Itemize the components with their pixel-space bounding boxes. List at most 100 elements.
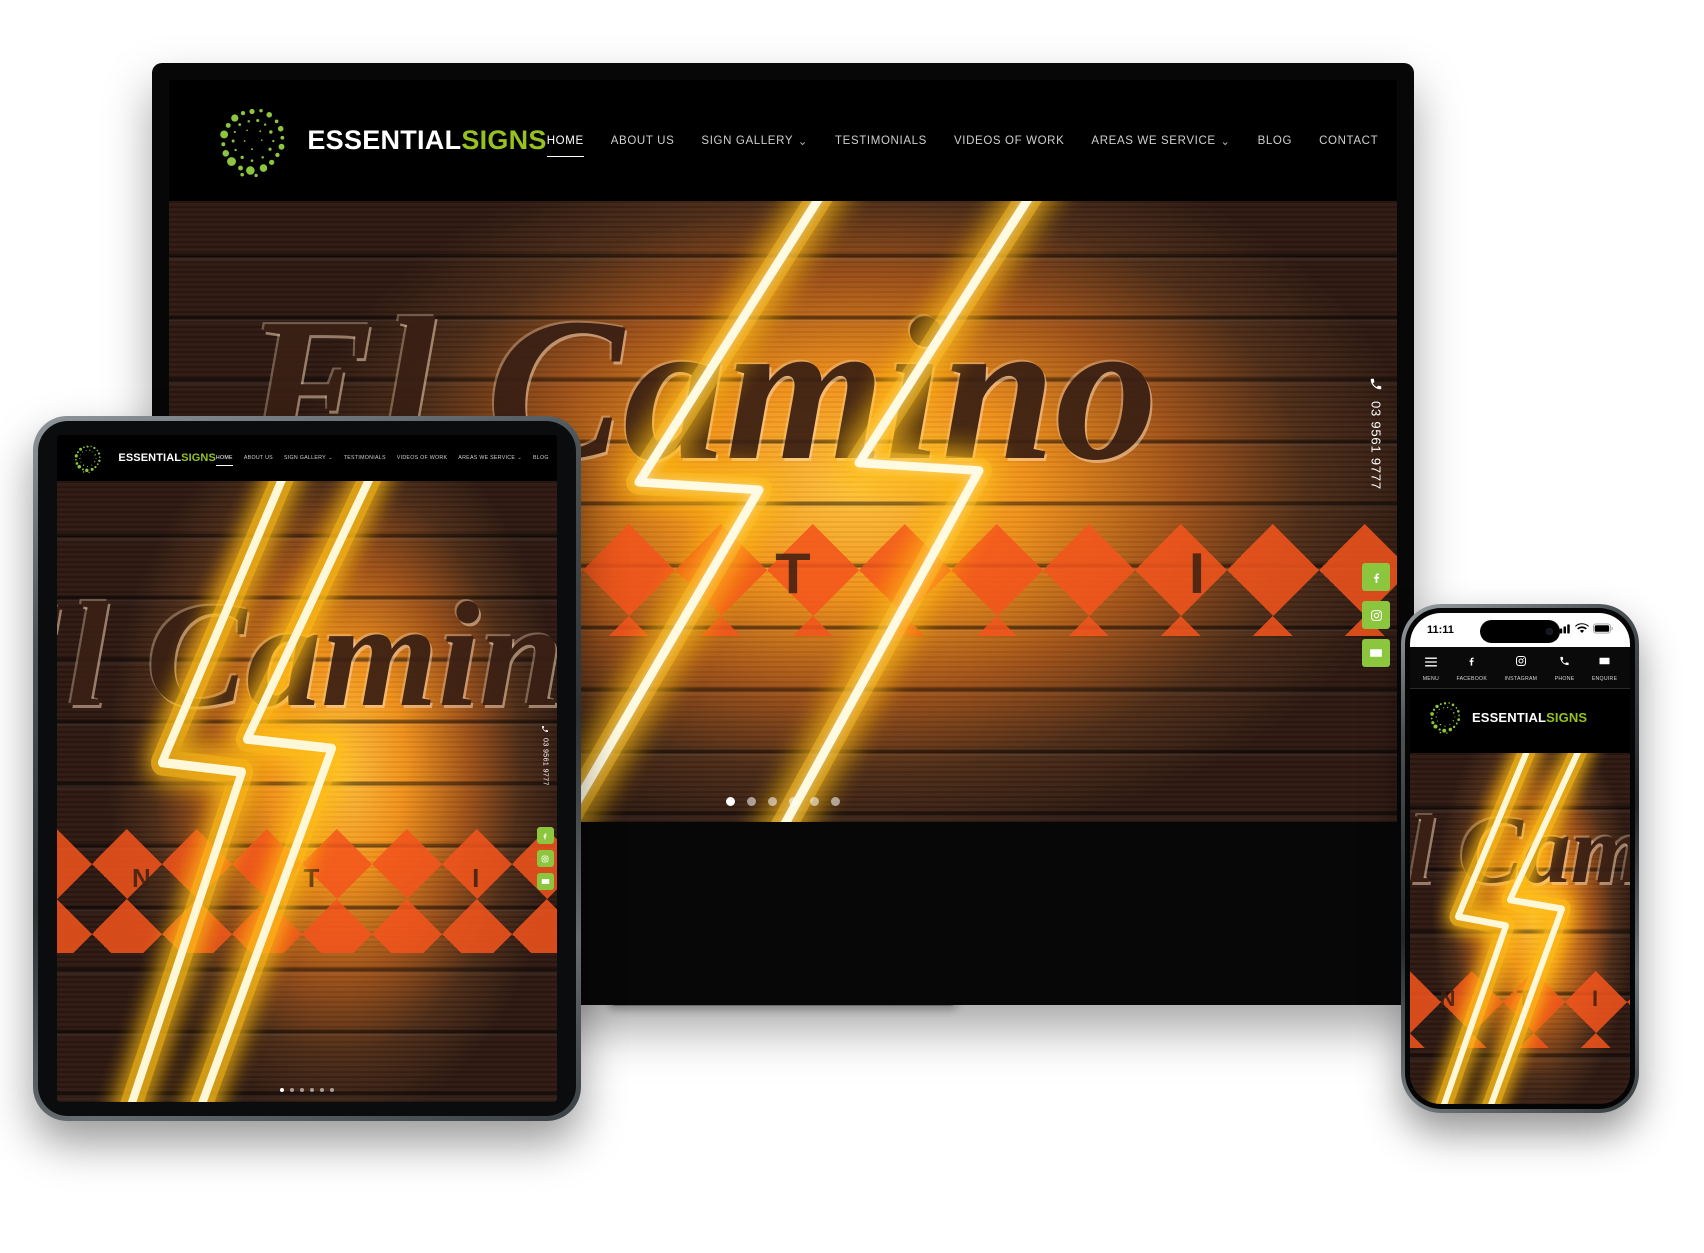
tablet-header: ESSENTIALSIGNS HOME ABOUT US SIGN GALLER… xyxy=(57,435,557,481)
rail-phone-number: 03 9561 9777 xyxy=(541,738,549,786)
front-camera-icon xyxy=(1546,628,1553,635)
dot-swirl-logo-icon xyxy=(211,100,293,182)
rail-instagram-button[interactable] xyxy=(536,850,554,867)
brand-wordmark: ESSENTIALSIGNS xyxy=(1472,709,1588,725)
rail-phone-link[interactable]: 03 9561 9777 xyxy=(541,725,549,815)
instagram-icon xyxy=(1515,654,1527,672)
tablet-hero-slider: N T I El Camino xyxy=(57,481,557,1102)
facebook-icon xyxy=(1370,571,1383,584)
dot-swirl-logo-icon xyxy=(71,442,104,475)
status-time: 11:11 xyxy=(1427,624,1454,636)
status-icons xyxy=(1556,623,1613,637)
nav-item-testimonials[interactable]: TESTIMONIALS xyxy=(835,135,927,147)
hero-slider-dots[interactable] xyxy=(280,1088,334,1092)
hero-script-text: El Camino xyxy=(1410,796,1630,904)
envelope-icon xyxy=(1369,646,1383,660)
chevron-down-icon: ⌄ xyxy=(328,455,333,461)
facebook-icon xyxy=(1466,654,1477,672)
brand-name-primary: ESSENTIAL xyxy=(307,125,462,155)
nav-item-testimonials[interactable]: TESTIMONIALS xyxy=(344,455,386,461)
instagram-icon xyxy=(1370,609,1383,622)
slider-dot[interactable] xyxy=(810,797,819,806)
phone-status-bar: 11:11 xyxy=(1410,613,1630,647)
nav-item-areas-we-service[interactable]: AREAS WE SERVICE ⌄ xyxy=(458,455,522,461)
nav-item-blog[interactable]: BLOG xyxy=(1258,135,1293,147)
brand-logo[interactable]: ESSENTIALSIGNS xyxy=(71,442,216,475)
hero-orange-diamonds xyxy=(57,828,557,953)
phone-logo-bar[interactable]: ESSENTIALSIGNS xyxy=(1410,689,1630,745)
rail-phone-number: 03 9561 9777 xyxy=(1368,401,1384,490)
nav-item-contact[interactable]: CONTACT xyxy=(1319,135,1378,147)
rail-phone-link[interactable]: 03 9561 9777 xyxy=(1369,377,1384,541)
nav-item-about-us[interactable]: ABOUT US xyxy=(611,135,675,147)
phone-quick-nav-bar[interactable]: MENU FACEBOOK INSTAGRAM PHONE ENQUIRE xyxy=(1410,647,1630,689)
phone-handset-icon xyxy=(541,725,549,733)
slider-dot[interactable] xyxy=(831,797,840,806)
phone-quicknav-label: ENQUIRE xyxy=(1591,676,1618,682)
phone-quicknav-label: MENU xyxy=(1422,676,1440,682)
brand-wordmark: ESSENTIALSIGNS xyxy=(118,451,216,464)
rail-instagram-button[interactable] xyxy=(1362,601,1390,629)
nav-item-areas-we-service[interactable]: AREAS WE SERVICE ⌄ xyxy=(1091,134,1230,148)
hamburger-icon xyxy=(1424,654,1437,672)
rail-facebook-button[interactable] xyxy=(1362,563,1390,591)
desktop-side-rail: 03 9561 9777 xyxy=(1355,377,1397,677)
nav-item-home[interactable]: HOME xyxy=(215,455,233,466)
instagram-icon xyxy=(541,855,549,863)
nav-item-blog[interactable]: BLOG xyxy=(533,455,549,461)
tablet-side-rail: 03 9561 9777 xyxy=(533,725,557,896)
envelope-icon xyxy=(541,877,550,886)
nav-item-videos-of-work[interactable]: VIDEOS OF WORK xyxy=(954,135,1064,147)
rail-email-button[interactable] xyxy=(1362,639,1390,667)
nav-item-videos-of-work[interactable]: VIDEOS OF WORK xyxy=(397,455,448,461)
chevron-down-icon: ⌄ xyxy=(1220,135,1231,148)
slider-dot[interactable] xyxy=(320,1088,324,1092)
phone-hero-image: N T I El Camino xyxy=(1410,753,1630,1104)
dot-swirl-logo-icon xyxy=(1426,698,1464,736)
tablet-screen: ESSENTIALSIGNS HOME ABOUT US SIGN GALLER… xyxy=(57,435,557,1102)
slider-dot[interactable] xyxy=(280,1088,284,1092)
phone-mockup: 11:11 MENU FACEBOOK INSTAGRAM PHONE ENQU… xyxy=(1401,604,1639,1113)
envelope-icon xyxy=(1598,654,1611,672)
nav-item-about-us[interactable]: ABOUT US xyxy=(244,455,273,461)
slider-dot[interactable] xyxy=(310,1088,314,1092)
facebook-icon xyxy=(541,832,549,840)
slider-dot[interactable] xyxy=(768,797,777,806)
slider-dot[interactable] xyxy=(300,1088,304,1092)
wifi-icon xyxy=(1575,623,1589,637)
slider-dot[interactable] xyxy=(726,797,735,806)
slider-dot[interactable] xyxy=(330,1088,334,1092)
phone-quicknav-enquire[interactable]: ENQUIRE xyxy=(1592,654,1617,682)
phone-quicknav-phone[interactable]: PHONE xyxy=(1555,654,1575,682)
brand-logo[interactable]: ESSENTIALSIGNS xyxy=(211,100,547,182)
slider-dot[interactable] xyxy=(747,797,756,806)
brand-wordmark: ESSENTIALSIGNS xyxy=(307,127,546,154)
nav-item-sign-gallery[interactable]: SIGN GALLERY ⌄ xyxy=(284,455,333,461)
phone-quicknav-menu[interactable]: MENU xyxy=(1423,654,1439,682)
slider-dot[interactable] xyxy=(789,797,798,806)
tablet-main-nav[interactable]: HOME ABOUT US SIGN GALLERY ⌄ TESTIMONIALS… xyxy=(215,455,557,466)
phone-quicknav-facebook[interactable]: FACEBOOK xyxy=(1456,654,1487,682)
slider-dot[interactable] xyxy=(290,1088,294,1092)
chevron-down-icon: ⌄ xyxy=(797,135,809,148)
desktop-main-nav[interactable]: HOME ABOUT US SIGN GALLERY ⌄ TESTIMONIALS… xyxy=(546,134,1391,157)
phone-quicknav-instagram[interactable]: INSTAGRAM xyxy=(1504,654,1537,682)
nav-item-home[interactable]: HOME xyxy=(546,135,584,157)
phone-handset-icon xyxy=(1559,654,1570,672)
tablet-mockup: ESSENTIALSIGNS HOME ABOUT US SIGN GALLER… xyxy=(33,416,581,1121)
rail-facebook-button[interactable] xyxy=(536,827,554,844)
rail-email-button[interactable] xyxy=(536,873,554,890)
chevron-down-icon: ⌄ xyxy=(517,455,522,461)
nav-item-sign-gallery[interactable]: SIGN GALLERY ⌄ xyxy=(701,134,808,148)
phone-quicknav-label: PHONE xyxy=(1554,676,1575,682)
phone-screen: 11:11 MENU FACEBOOK INSTAGRAM PHONE ENQU… xyxy=(1410,613,1630,1104)
hero-script-text: El Camino xyxy=(57,572,557,739)
brand-name-accent: SIGNS xyxy=(461,125,547,155)
hero-orange-diamonds xyxy=(1410,970,1630,1048)
phone-quicknav-label: FACEBOOK xyxy=(1456,676,1488,682)
hero-slider-dots[interactable] xyxy=(726,797,840,806)
battery-icon xyxy=(1593,623,1613,637)
tablet-website: ESSENTIALSIGNS HOME ABOUT US SIGN GALLER… xyxy=(57,435,557,1102)
phone-handset-icon xyxy=(1369,377,1384,391)
dynamic-island xyxy=(1480,620,1560,643)
